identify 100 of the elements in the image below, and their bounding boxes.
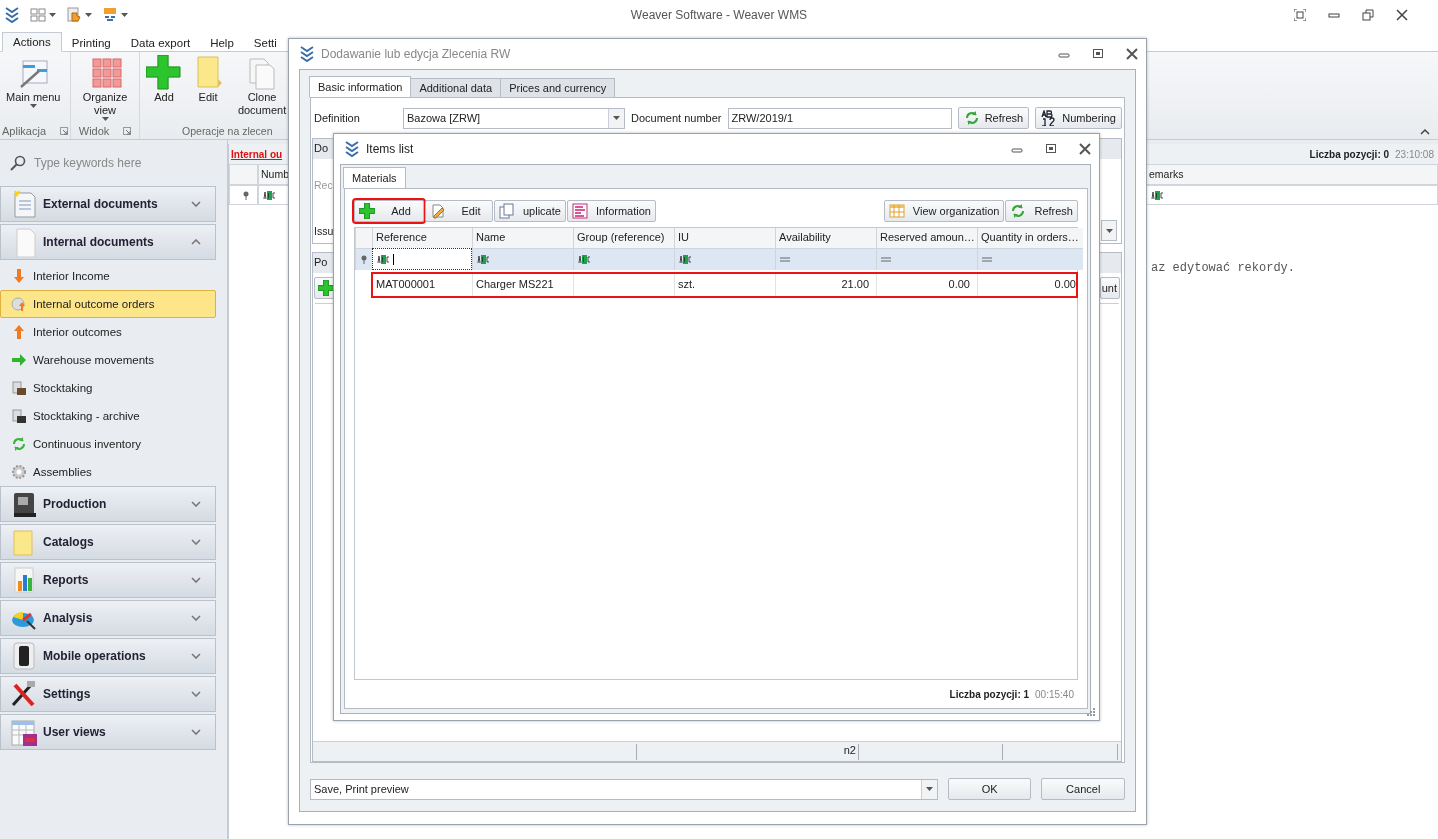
text-filter-icon [679,255,692,264]
sidebar-item[interactable]: Stocktaking - archive [0,402,216,430]
edit-button[interactable]: Edit [425,200,493,222]
section-header[interactable]: Mobile operations [0,638,216,674]
panel-title-link[interactable]: Internal ou [231,148,283,160]
ribbon-tab[interactable]: Data export [120,34,201,52]
ribbon-button[interactable]: Clone document [230,52,295,123]
dialog-tab[interactable]: Basic information [309,76,412,98]
toolbar-button[interactable]: unt [1099,277,1120,299]
information-button[interactable]: Information [566,200,656,222]
duplicate-button[interactable]: uplicate [494,200,566,222]
refresh-icon [11,436,27,452]
ribbon-button[interactable]: Edit [186,52,231,123]
hand-icon [66,7,82,23]
view-organization-button[interactable]: View organization [883,200,1005,222]
column-header[interactable]: emarks [1146,164,1438,185]
chevron-down-icon [191,729,201,735]
equals-icon [780,256,790,263]
text-filter-icon [578,255,591,264]
section-header[interactable]: External documents [0,186,216,222]
section-header[interactable]: Analysis [0,600,216,636]
dialog-tab[interactable]: Additional data [410,78,502,98]
refresh-button[interactable]: Refresh [957,107,1030,129]
refresh-icon [963,110,980,126]
sidebar-item[interactable]: Assemblies [0,458,216,486]
layout-button[interactable] [30,7,56,23]
text-filter-icon [263,190,276,200]
ribbon-tab[interactable]: Help [200,34,244,52]
field-label: Issu [314,224,334,237]
numbering-button[interactable]: Numbering [1035,107,1122,129]
timestamp: 23:10:08 [1395,148,1434,160]
resize-grip-icon [1087,708,1095,716]
close-icon [1126,48,1138,60]
dialog-tab[interactable]: Prices and currency [500,78,616,98]
record-count: Liczba pozycji: 1 [949,688,1030,700]
arrow-right-icon [11,352,27,368]
restore-icon [1362,9,1374,21]
dialog-tab[interactable]: Materials [343,167,406,189]
ribbon-tab[interactable]: Printing [61,34,121,52]
column-header[interactable]: IU [674,228,775,248]
ribbon-button[interactable]: Main menu [2,52,65,123]
dropdown-arrow-icon [121,13,128,17]
section-header[interactable]: Catalogs [0,524,216,560]
section-header[interactable]: Settings [0,676,216,712]
action-combo[interactable]: Save, Print preview [310,778,938,800]
hand-button[interactable] [66,7,92,23]
columns-icon [888,203,905,219]
document-number-field[interactable]: ZRW/2019/1 [727,107,952,129]
chevron-up-icon [191,239,201,245]
search-field[interactable]: Type keywords here [32,155,202,171]
column-header[interactable]: Quantity in orders… [977,228,1083,248]
dropdown-arrow-icon [613,116,620,120]
column-header[interactable]: Reserved amoun… [876,228,977,248]
column-header[interactable]: Availability [775,228,876,248]
column-header[interactable]: Name [472,228,573,248]
close-icon [1396,9,1408,21]
section-header[interactable]: Reports [0,562,216,598]
dropdown-arrow-icon [85,13,92,17]
chevron-down-icon [191,653,201,659]
sidebar-item[interactable]: Stocktaking [0,374,216,402]
ok-button[interactable]: OK [947,778,1032,800]
dropdown-arrow-icon [925,787,933,791]
box-icon [11,380,27,396]
column-header[interactable]: Group (reference) [573,228,674,248]
definition-combo[interactable]: Bazowa [ZRW] [403,107,625,129]
table-icon [9,717,39,747]
search-icon [10,155,26,171]
sidebar-item[interactable]: Interior Income [0,262,216,290]
text-filter-icon [477,255,490,264]
spellcheck-button[interactable] [102,7,128,23]
dropdown-button[interactable] [1101,220,1117,241]
chevron-down-icon [191,615,201,621]
arrow-up-icon [11,324,27,340]
sidebar-item[interactable]: Warehouse movements [0,346,216,374]
section-header[interactable]: Production [0,486,216,522]
ribbon-tab[interactable]: Actions [2,32,62,52]
text-filter-icon [1151,190,1164,200]
pencil-icon [430,203,446,219]
ribbon-tab[interactable]: Setti [243,34,287,52]
equals-icon [982,256,992,263]
spellcheck-icon [102,7,118,23]
cancel-button[interactable]: Cancel [1041,778,1125,800]
ribbon-button[interactable]: Add [142,52,187,123]
add-button[interactable]: Add [354,200,424,222]
section-header[interactable]: Internal documents [0,224,216,260]
refresh-button[interactable]: Refresh [1005,200,1078,222]
numbering-icon [1041,110,1058,126]
timestamp: 00:15:40 [1035,688,1074,700]
sidebar-item[interactable]: Internal outcome orders [0,290,216,318]
sidebar-item[interactable]: Continuous inventory [0,430,216,458]
section-header[interactable]: User views [0,714,216,750]
app-logo-icon [344,140,360,158]
field-label: Definition [314,112,361,124]
filter-cell[interactable] [372,248,472,270]
text-filter-icon [377,254,390,264]
column-header[interactable]: Reference [372,228,472,248]
field-label: Document number [631,112,722,124]
ribbon-button[interactable]: Organize view [73,52,138,123]
chevron-down-icon [191,501,201,507]
sidebar-item[interactable]: Interior outcomes [0,318,216,346]
